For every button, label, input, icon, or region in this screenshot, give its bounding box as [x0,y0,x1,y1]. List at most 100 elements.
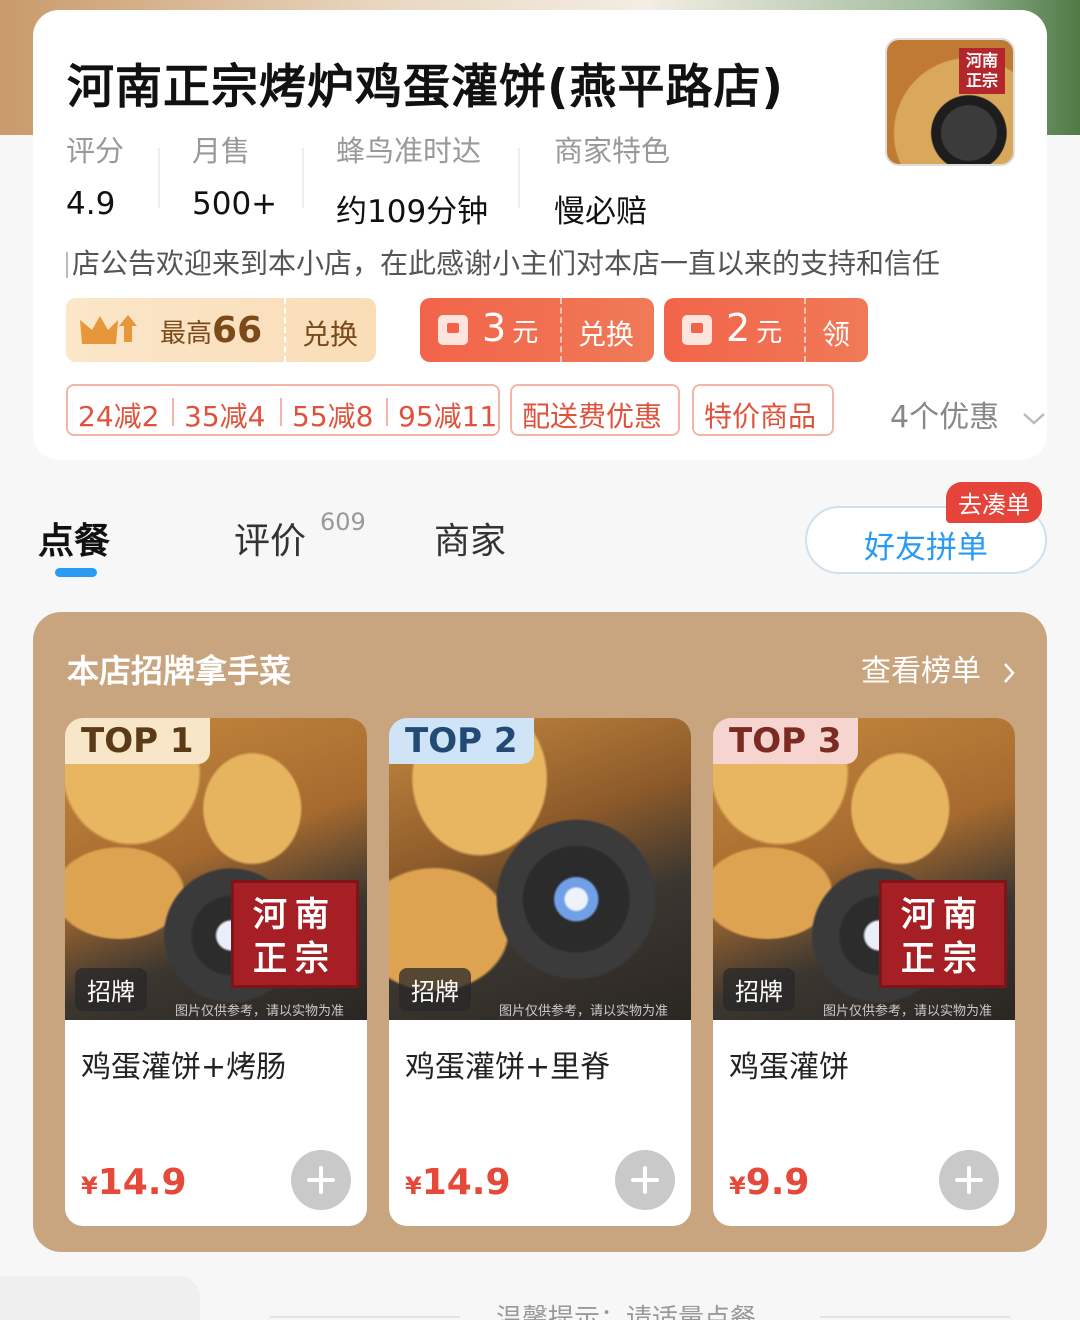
stat-shop-feature[interactable]: 商家特色 慢必赔 [554,128,670,231]
coupon-unit: 元 [512,318,539,348]
special-items-tag: 特价商品 [692,384,834,436]
discount-tier: 24减2 [78,400,160,433]
currency-symbol: ¥ [405,1172,422,1200]
tier-divider [172,398,174,426]
stat-delivery-time: 蜂鸟准时达 约109分钟 [336,128,488,231]
stat-value: 500+ [192,186,278,222]
group-order-badge[interactable]: 去凑单 [946,482,1042,523]
dish-stamp: 河南 正宗 [879,880,1007,988]
stat-rating[interactable]: 评分 4.9 [66,128,124,222]
coupon-amount: 2元 [726,306,782,350]
image-disclaimer: 图片仅供参考，请以实物为准 [499,1004,669,1019]
add-icon[interactable] [291,1150,351,1210]
notice-text: 店公告欢迎来到本小店，在此感谢小主们对本店一直以来的支持和信任 [72,247,941,280]
coupon-divider [284,298,286,362]
dish-card[interactable]: 河南 正宗 TOP 3 招牌 图片仅供参考，请以实物为准 鸡蛋灌饼 ¥9.9 [713,718,1015,1226]
stat-monthly-sales: 月售 500+ [192,128,277,222]
stat-value: 慢必赔 [554,194,647,230]
more-discounts-label: 4个优惠 [890,400,1000,435]
crown-icon [78,312,138,358]
add-icon[interactable] [615,1150,675,1210]
discount-tier: 95减11 [398,400,498,433]
discount-tier: 35减4 [184,400,266,433]
red-packet-coupon-2[interactable]: 2元 领 [664,298,868,362]
image-disclaimer: 图片仅供参考，请以实物为准 [823,1004,993,1019]
vip-prefix: 最高 [160,319,213,349]
dish-price: ¥14.9 [81,1162,187,1203]
stat-value: 4.9 [66,186,116,222]
tab-reviews[interactable]: 评价 [234,512,306,564]
vip-exchange-button[interactable]: 兑换 [302,313,358,353]
logo-stamp: 河南 正宗 [959,48,1005,94]
coupon-value: 3 [482,306,507,350]
shop-notice[interactable]: 店公告欢迎来到本小店，在此感谢小主们对本店一直以来的支持和信任 [66,242,940,282]
dish-stamp: 河南 正宗 [231,880,359,988]
currency-symbol: ¥ [729,1172,746,1200]
stat-label: 月售 [192,134,251,168]
special-items-label: 特价商品 [704,400,817,433]
stat-divider [302,148,304,208]
coupon-divider [560,298,562,362]
shop-logo[interactable]: 河南 正宗 [885,38,1015,166]
dish-price: ¥14.9 [405,1162,511,1203]
active-tab-indicator [55,568,97,577]
footer-hint: 温馨提示：请适量点餐 [496,1304,757,1320]
group-order-label: 好友拼单 [864,530,988,566]
price-value: 14.9 [421,1162,511,1203]
full-reduction-tiers: 24减2 35减4 55减8 95减11 [66,384,500,436]
coupon-exchange-button[interactable]: 兑换 [578,313,634,353]
more-discounts[interactable]: 4个优惠 [890,392,1047,436]
currency-symbol: ¥ [81,1172,98,1200]
view-ranking-label: 查看榜单 [861,654,981,689]
add-icon[interactable] [939,1150,999,1210]
red-packet-coupon-3[interactable]: 3元 兑换 [420,298,654,362]
coupon-amount: 3元 [482,306,538,350]
tier-divider [386,398,388,426]
vip-amount: 最高66 [160,310,262,351]
dish-card[interactable]: 河南 正宗 TOP 1 招牌 图片仅供参考，请以实物为准 鸡蛋灌饼+烤肠 ¥14.… [65,718,367,1226]
coupon-claim-button[interactable]: 领 [822,313,850,353]
dish-name: 鸡蛋灌饼+烤肠 [81,1050,287,1085]
chevron-down-icon [1009,400,1047,435]
price-value: 14.9 [97,1162,187,1203]
stat-value: 约109分钟 [336,194,489,230]
coupon-unit: 元 [756,318,783,348]
delivery-discount-label: 配送费优惠 [522,400,663,433]
chevron-right-icon [991,654,1017,689]
divider-line [270,1316,460,1318]
shop-name: 河南正宗烤炉鸡蛋灌饼(燕平路店) [67,60,784,115]
image-disclaimer: 图片仅供参考，请以实物为准 [175,1004,345,1019]
tab-merchant[interactable]: 商家 [434,512,506,564]
signature-tag: 招牌 [75,968,147,1011]
coupon-value: 2 [726,306,751,350]
dish-card[interactable]: TOP 2 招牌 图片仅供参考，请以实物为准 鸡蛋灌饼+里脊 ¥14.9 [389,718,691,1226]
red-packet-icon [438,315,468,345]
stat-label: 蜂鸟准时达 [336,134,482,168]
notice-bar [66,252,68,278]
signature-tag: 招牌 [399,968,471,1011]
price-value: 9.9 [745,1162,810,1203]
rank-badge: TOP 1 [65,718,210,764]
dish-price: ¥9.9 [729,1162,809,1203]
tab-order[interactable]: 点餐 [38,512,110,564]
stat-divider [518,148,520,208]
tab-bar: 点餐 评价 609 商家 好友拼单 去凑单 [0,482,1080,590]
discount-tier: 55减8 [292,400,374,433]
vip-coupon[interactable]: 最高66 兑换 [66,298,376,362]
signature-tag: 招牌 [723,968,795,1011]
signature-dishes-section: 本店招牌拿手菜 查看榜单 河南 正宗 TOP 1 招牌 图片仅供参考，请以实物为准… [33,612,1047,1252]
reviews-count: 609 [320,508,366,536]
view-ranking-link[interactable]: 查看榜单 [861,646,1017,690]
section-title: 本店招牌拿手菜 [67,652,292,690]
stat-divider [158,148,160,208]
dish-name: 鸡蛋灌饼+里脊 [405,1050,611,1085]
dish-name: 鸡蛋灌饼 [729,1050,849,1085]
delivery-discount-tag: 配送费优惠 [510,384,680,436]
category-sidebar-edge[interactable] [0,1276,200,1320]
stat-label: 评分 [66,134,125,168]
stat-label: 商家特色 [554,134,671,168]
divider-line [820,1316,1010,1318]
red-packet-icon [682,315,712,345]
shop-info-card: 河南正宗烤炉鸡蛋灌饼(燕平路店) 河南 正宗 评分 4.9 月售 500+ 蜂鸟准… [33,10,1047,460]
vip-value: 66 [212,310,263,351]
